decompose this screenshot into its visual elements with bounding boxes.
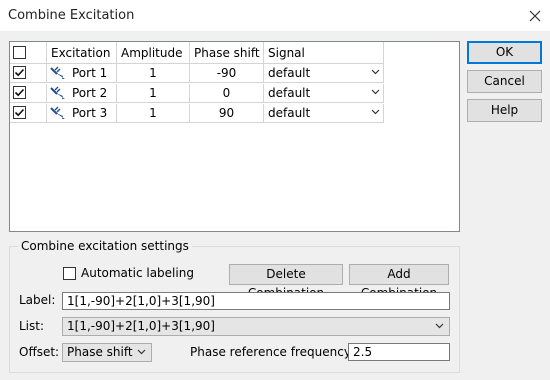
table-header: Excitation Amplitude Phase shift Signal xyxy=(10,42,384,64)
port-name: Port 3 xyxy=(72,106,108,120)
column-header-phase-shift[interactable]: Phase shift xyxy=(190,42,264,64)
row-checkbox-cell xyxy=(10,104,47,123)
list-caption: List: xyxy=(19,319,45,333)
row-checkbox[interactable] xyxy=(13,86,26,99)
title-bar: Combine Excitation xyxy=(0,0,550,31)
chevron-down-icon xyxy=(371,109,380,115)
excitation-cell[interactable]: Port 3 xyxy=(47,104,117,123)
row-checkbox-cell xyxy=(10,84,47,103)
offset-dropdown[interactable]: Phase shift xyxy=(62,343,152,362)
table-row[interactable]: Port 3 1 90 default xyxy=(10,104,384,123)
signal-value: default xyxy=(268,66,311,80)
excitation-cell[interactable]: Port 2 xyxy=(47,84,117,103)
phase-reference-frequency-input[interactable]: 2.5 xyxy=(348,343,450,361)
signal-dropdown[interactable]: default xyxy=(264,84,384,103)
amplitude-cell[interactable]: 1 xyxy=(117,64,190,83)
phase-reference-frequency-caption: Phase reference frequency: xyxy=(190,345,355,359)
amplitude-cell[interactable]: 1 xyxy=(117,104,190,123)
select-all-checkbox[interactable] xyxy=(13,46,26,59)
list-dropdown[interactable]: 1[1,-90]+2[1,0]+3[1,90] xyxy=(62,317,450,336)
port-name: Port 2 xyxy=(72,86,108,100)
column-header-amplitude[interactable]: Amplitude xyxy=(117,42,190,64)
row-checkbox-cell xyxy=(10,64,47,83)
column-header-excitation[interactable]: Excitation xyxy=(47,42,117,64)
select-all-cell xyxy=(10,42,47,64)
offset-value: Phase shift xyxy=(67,345,133,359)
help-button[interactable]: Help xyxy=(467,99,542,122)
chevron-down-icon xyxy=(371,89,380,95)
excitation-table: Excitation Amplitude Phase shift Signal … xyxy=(9,41,460,232)
label-caption: Label: xyxy=(19,293,56,307)
chevron-down-icon xyxy=(137,349,146,355)
port-name: Port 1 xyxy=(72,66,108,80)
chevron-down-icon xyxy=(435,323,444,329)
delete-combination-button[interactable]: Delete Combination xyxy=(229,264,343,300)
close-icon xyxy=(529,10,541,21)
checkmark-icon xyxy=(14,108,25,117)
port-icon xyxy=(50,106,65,119)
checkmark-icon xyxy=(14,88,25,97)
checkmark-icon xyxy=(14,68,25,77)
table-row[interactable]: Port 2 1 0 default xyxy=(10,84,384,103)
add-combination-button[interactable]: Add Combination xyxy=(349,264,449,300)
row-checkbox[interactable] xyxy=(13,106,26,119)
chevron-down-icon xyxy=(371,69,380,75)
close-button[interactable] xyxy=(520,0,550,31)
offset-caption: Offset: xyxy=(19,345,60,359)
label-input[interactable]: 1[1,-90]+2[1,0]+3[1,90] xyxy=(62,292,450,310)
column-header-signal[interactable]: Signal xyxy=(264,42,384,64)
signal-value: default xyxy=(268,106,311,120)
phase-shift-cell[interactable]: 0 xyxy=(190,84,264,103)
automatic-labeling-checkbox[interactable] xyxy=(63,267,76,280)
signal-dropdown[interactable]: default xyxy=(264,104,384,123)
dialog-body: Excitation Amplitude Phase shift Signal … xyxy=(0,31,550,380)
ok-button[interactable]: OK xyxy=(467,41,542,64)
phase-shift-cell[interactable]: -90 xyxy=(190,64,264,83)
group-title: Combine excitation settings xyxy=(18,239,192,253)
automatic-labeling-label[interactable]: Automatic labeling xyxy=(81,266,194,280)
window-title: Combine Excitation xyxy=(8,8,135,23)
table-row[interactable]: Port 1 1 -90 default xyxy=(10,64,384,83)
signal-dropdown[interactable]: default xyxy=(264,64,384,83)
row-checkbox[interactable] xyxy=(13,66,26,79)
phase-shift-cell[interactable]: 90 xyxy=(190,104,264,123)
amplitude-cell[interactable]: 1 xyxy=(117,84,190,103)
list-value: 1[1,-90]+2[1,0]+3[1,90] xyxy=(67,319,215,333)
port-icon xyxy=(50,66,65,79)
port-icon xyxy=(50,86,65,99)
cancel-button[interactable]: Cancel xyxy=(467,70,542,93)
excitation-cell[interactable]: Port 1 xyxy=(47,64,117,83)
signal-value: default xyxy=(268,86,311,100)
